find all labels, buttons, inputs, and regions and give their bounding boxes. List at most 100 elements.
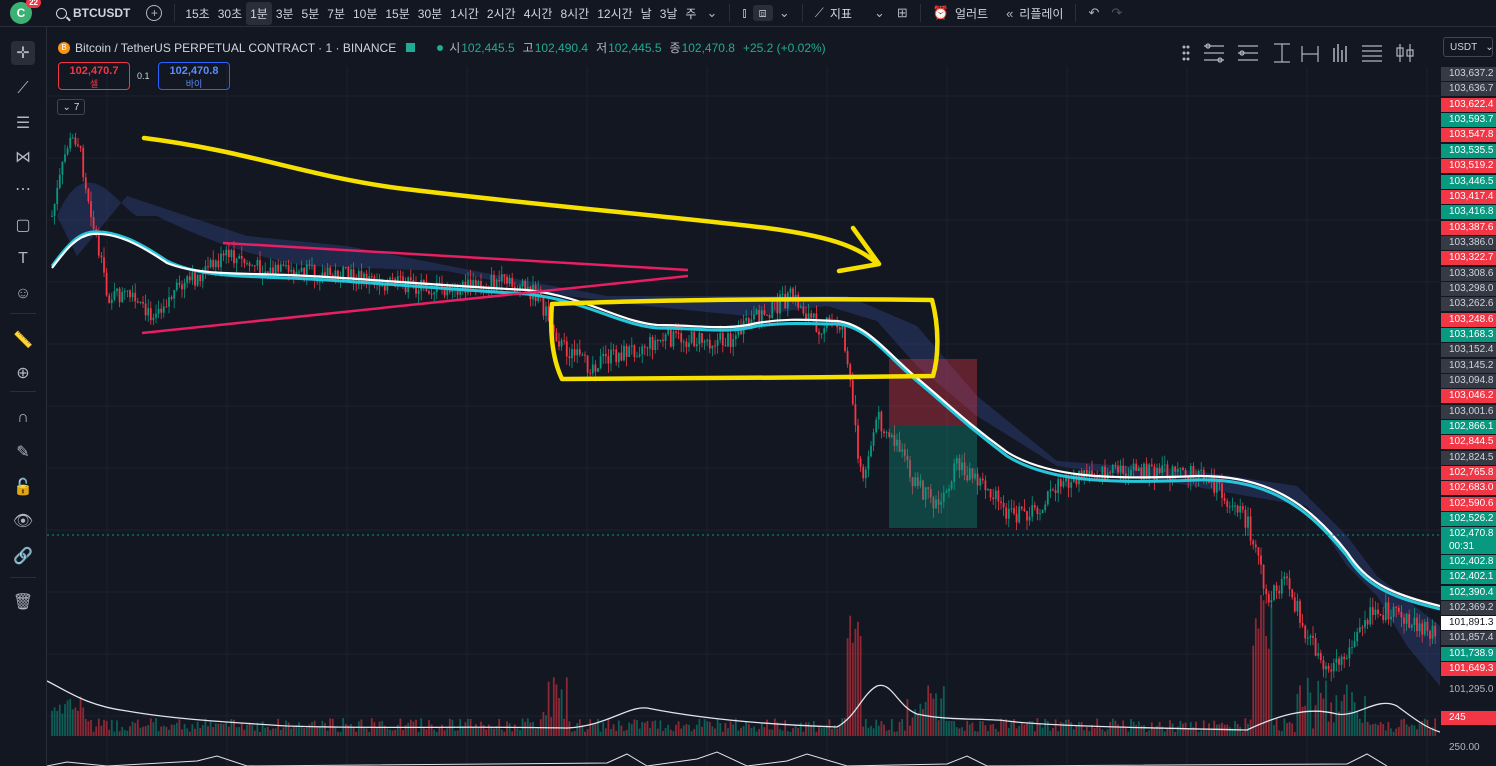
user-avatar[interactable]: C 22 <box>10 0 41 24</box>
price-label: 103,622.4 <box>1441 98 1496 112</box>
price-label: 101,891.3 <box>1441 616 1496 630</box>
interval-16[interactable]: 주 <box>681 2 700 25</box>
bar-chart-type-icon[interactable]: ⫾ <box>736 5 752 21</box>
lock-icon[interactable]: 🔓 <box>11 475 35 499</box>
interval-1[interactable]: 30초 <box>214 2 246 25</box>
candlesticks <box>51 132 1437 682</box>
shapes-icon[interactable]: ▢ <box>11 213 35 237</box>
interval-3[interactable]: 3분 <box>272 2 298 25</box>
price-label: 103,446.5 <box>1441 175 1496 189</box>
price-label: 103,547.8 <box>1441 128 1496 142</box>
price-chart[interactable] <box>47 66 1440 766</box>
chevron-down-icon[interactable]: ⌄ <box>868 5 891 21</box>
stay-drawing-icon[interactable]: ✎ <box>11 440 35 464</box>
open-value: 102,445.5 <box>461 40 515 55</box>
price-label: 00:31 <box>1441 540 1496 554</box>
interval-2[interactable]: 1분 <box>246 1 272 25</box>
take-profit-zone[interactable] <box>889 426 977 528</box>
sell-price: 102,470.7 <box>69 65 119 77</box>
ema-cyan-line[interactable] <box>50 230 1440 611</box>
interval-10[interactable]: 2시간 <box>483 2 520 25</box>
interval-13[interactable]: 12시간 <box>593 2 636 25</box>
sell-button[interactable]: 102,470.7 셀 <box>58 62 130 90</box>
interval-15[interactable]: 3날 <box>656 2 682 25</box>
notification-badge: 22 <box>26 0 41 8</box>
fib-levels-icon[interactable] <box>1204 43 1224 63</box>
interval-11[interactable]: 4시간 <box>520 2 557 25</box>
link-icon[interactable]: 🔗 <box>11 544 35 568</box>
position-boxes <box>889 359 977 528</box>
trash-icon[interactable]: 🗑 <box>11 590 35 614</box>
drag-handle-icon[interactable] <box>1182 45 1190 61</box>
replay-button[interactable]: « 리플레이 <box>1000 5 1069 22</box>
price-label: 103,322.7 <box>1441 251 1496 265</box>
crosshair-icon[interactable]: ✛ <box>11 41 35 65</box>
price-label: 102,369.2 <box>1441 601 1496 615</box>
top-toolbar: C 22 BTCUSDT + 15초 30초 1분 3분 5분 7분 10분 15분 30분 1시… <box>0 0 1496 27</box>
chevron-down-icon[interactable]: ⌄ <box>773 5 796 21</box>
compare-add-icon[interactable]: + <box>146 5 163 21</box>
redo-icon[interactable]: ↷ <box>1105 5 1128 21</box>
ema-white-line[interactable] <box>51 232 1440 608</box>
close-label: 종 <box>669 41 681 55</box>
chevron-down-icon: ⌄ <box>1485 41 1494 53</box>
price-label: 101,649.3 <box>1441 662 1496 676</box>
interval-4[interactable]: 5분 <box>298 2 324 25</box>
zoom-in-icon[interactable]: ⊕ <box>11 361 35 385</box>
interval-7[interactable]: 15분 <box>381 2 413 25</box>
price-label: 103,416.8 <box>1441 205 1496 219</box>
price-label: 102,866.1 <box>1441 420 1496 434</box>
trendline-icon[interactable]: ⟋ <box>11 77 35 101</box>
interval-12[interactable]: 8시간 <box>556 2 593 25</box>
volume-profile-icon[interactable] <box>1333 44 1347 62</box>
text-tool-icon[interactable]: T <box>11 247 35 271</box>
flag-icon[interactable] <box>406 43 416 52</box>
spread-value: 0.1 <box>137 71 150 81</box>
price-label: 101,738.9 <box>1441 647 1496 661</box>
emoji-icon[interactable]: ☺ <box>11 282 35 306</box>
layout-grid-icon[interactable]: ⊞ <box>891 5 914 21</box>
symbol-search-button[interactable]: BTCUSDT <box>56 6 130 20</box>
interval-5[interactable]: 7분 <box>323 2 349 25</box>
magnet-icon[interactable]: ∩ <box>11 406 35 430</box>
fib-retracement-icon[interactable]: ☰ <box>11 111 35 135</box>
indicators-collapse-button[interactable]: ⌄ 7 <box>57 99 85 115</box>
triangle-lower-line[interactable] <box>141 274 689 335</box>
date-range-icon[interactable] <box>1301 46 1319 62</box>
eye-icon[interactable]: 👁 <box>11 509 35 533</box>
price-label: 103,417.4 <box>1441 190 1496 204</box>
divider <box>801 4 803 22</box>
ruler-icon[interactable]: 📏 <box>11 328 35 352</box>
interval-0[interactable]: 15초 <box>181 2 213 25</box>
undo-icon[interactable]: ↶ <box>1082 5 1105 21</box>
candle-pattern-icon[interactable] <box>1396 44 1414 62</box>
indicators-button[interactable]: ⟋ 지표 <box>809 5 858 22</box>
chevron-down-icon[interactable]: ⌄ <box>700 5 723 21</box>
high-value: 102,490.4 <box>534 40 589 55</box>
prediction-icon[interactable]: ⋯ <box>11 177 35 201</box>
fib-extension-icon[interactable] <box>1238 45 1258 61</box>
interval-group: 15초 30초 1분 3분 5분 7분 10분 15분 30분 1시간 2시간 4시간 8시간 12시간 날… <box>181 1 700 25</box>
interval-6[interactable]: 10분 <box>349 2 381 25</box>
interval-9[interactable]: 1시간 <box>446 2 483 25</box>
interval-14[interactable]: 날 <box>637 2 656 25</box>
candle-chart-type-icon[interactable]: ⧈ <box>752 5 773 21</box>
interval-8[interactable]: 30분 <box>414 2 446 25</box>
template-lines-icon[interactable] <box>1362 45 1382 62</box>
price-label: 103,308.6 <box>1441 267 1496 281</box>
symbol-title[interactable]: Bitcoin / TetherUS PERPETUAL CONTRACT · … <box>75 41 396 55</box>
price-label: 103,535.5 <box>1441 144 1496 158</box>
alert-button[interactable]: ⏰ 얼러트 <box>927 5 994 22</box>
buy-button[interactable]: 102,470.8 바이 <box>158 62 230 90</box>
annotations <box>141 135 940 382</box>
oscillator-line <box>47 751 1388 766</box>
price-label: 103,152.4 <box>1441 343 1496 357</box>
open-label: 시 <box>449 41 461 55</box>
replay-label: 리플레이 <box>1019 6 1064 21</box>
divider <box>174 4 176 22</box>
indicator-band <box>57 182 1440 686</box>
currency-select[interactable]: USDT ⌄ <box>1443 37 1494 57</box>
pattern-icon[interactable]: ⋈ <box>11 145 35 169</box>
price-range-icon[interactable] <box>1274 43 1290 63</box>
price-label: 103,298.0 <box>1441 282 1496 296</box>
